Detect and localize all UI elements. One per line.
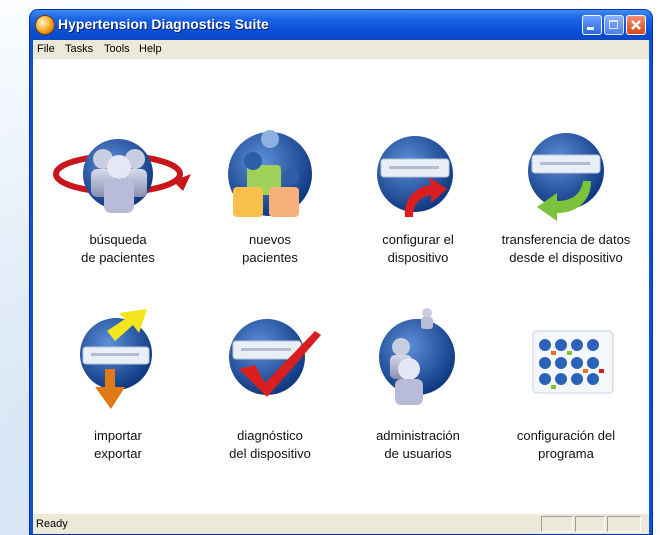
minimize-button[interactable] <box>582 15 602 35</box>
user-admin-icon <box>379 308 455 405</box>
task-label-line1: diagnóstico <box>237 428 303 443</box>
close-button[interactable] <box>626 15 646 35</box>
status-text: Ready <box>36 518 68 530</box>
menu-tools[interactable]: Tools <box>104 43 130 55</box>
task-label-line2: dispositivo <box>387 250 449 265</box>
menu-help[interactable]: Help <box>139 43 162 55</box>
task-panel: búsqueda de pacientes nuevos pacientes c… <box>33 59 649 514</box>
status-panel <box>575 516 605 532</box>
new-patients-icon <box>228 130 312 217</box>
transfer-data-icon <box>528 133 604 221</box>
menu-tasks[interactable]: Tasks <box>65 43 93 55</box>
window-title: Hypertension Diagnostics Suite <box>58 16 269 32</box>
task-label-line2: pacientes <box>242 250 298 265</box>
status-bar: Ready <box>33 514 649 534</box>
close-icon <box>631 20 641 30</box>
app-icon[interactable] <box>35 15 55 35</box>
task-label-line1: nuevos <box>249 232 291 247</box>
task-label-line1: administración <box>376 428 460 443</box>
status-panel <box>541 516 573 532</box>
import-export-icon <box>80 309 152 409</box>
device-diagnostic-icon <box>229 319 321 397</box>
task-label-line2: programa <box>538 446 594 461</box>
patient-search-icon <box>53 139 191 213</box>
status-panel <box>607 516 641 532</box>
task-label-line1: importar <box>94 428 142 443</box>
title-bar[interactable]: Hypertension Diagnostics Suite <box>30 10 652 40</box>
task-label-line2: del dispositivo <box>229 446 311 461</box>
task-label-line1: transferencia de datos <box>501 232 631 247</box>
task-label-line2: desde el dispositivo <box>509 250 623 265</box>
task-label-line2: de usuarios <box>384 446 452 461</box>
configure-device-icon <box>377 136 453 217</box>
program-settings-icon <box>532 330 614 394</box>
task-label-line1: configuración del <box>516 428 616 443</box>
menu-bar: File Tasks Tools Help <box>33 40 649 59</box>
task-label-line2: de pacientes <box>81 250 155 265</box>
menu-file[interactable]: File <box>37 43 55 55</box>
application-window: Hypertension Diagnostics Suite File Task… <box>30 10 652 534</box>
maximize-button[interactable] <box>604 15 624 35</box>
task-label-line1: configurar el <box>382 232 454 247</box>
task-label-line1: búsqueda <box>89 232 147 247</box>
task-label-line2: exportar <box>94 446 142 461</box>
